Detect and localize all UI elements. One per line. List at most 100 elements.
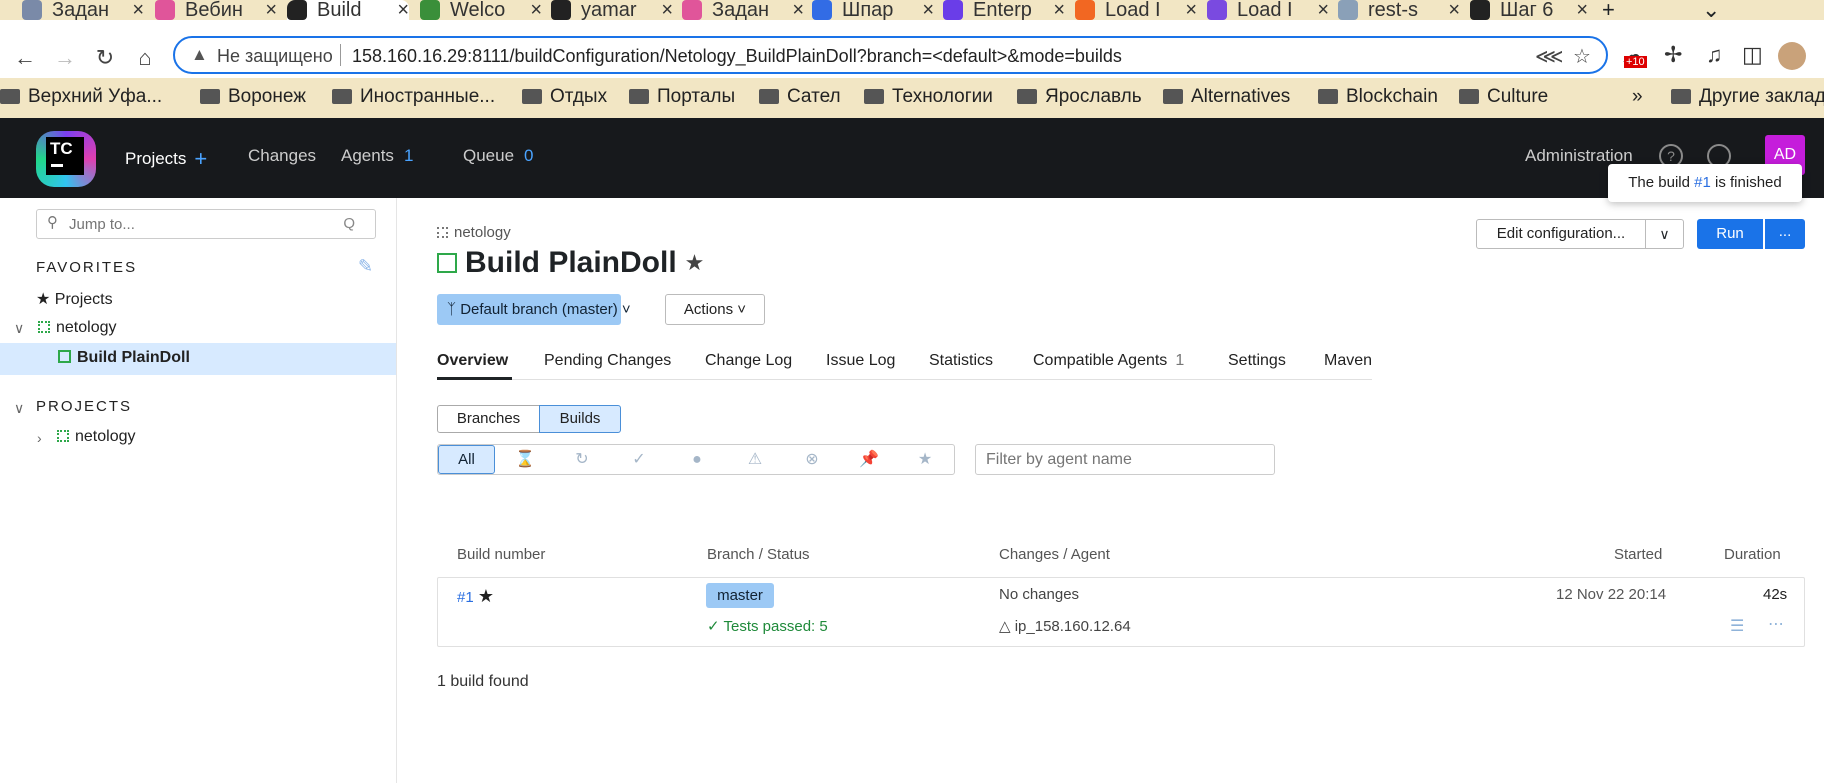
close-icon[interactable]: × bbox=[530, 0, 542, 20]
bookmark-folder[interactable]: Верхний Уфа... bbox=[0, 86, 162, 108]
error-icon[interactable]: ● bbox=[669, 446, 725, 473]
bookmark-folder[interactable]: Отдых bbox=[522, 86, 607, 108]
projects-netology[interactable]: netology bbox=[57, 428, 136, 446]
close-icon[interactable]: × bbox=[1317, 0, 1329, 20]
tab-statistics[interactable]: Statistics bbox=[929, 352, 993, 370]
edit-dropdown-chevron-icon[interactable]: ∨ bbox=[1645, 219, 1684, 249]
browser-tab[interactable]: Welco × bbox=[420, 0, 542, 20]
browser-tab[interactable]: Load I × bbox=[1075, 0, 1197, 20]
other-bookmarks[interactable]: Другие заклад bbox=[1671, 86, 1824, 108]
edit-configuration-button[interactable]: Edit configuration... bbox=[1476, 219, 1646, 249]
agent-cell[interactable]: △ ip_158.160.12.64 bbox=[999, 617, 1131, 635]
running-icon[interactable]: ↻ bbox=[554, 446, 610, 473]
warning-icon[interactable]: ⚠ bbox=[727, 446, 783, 473]
jump-to-input[interactable] bbox=[69, 213, 339, 235]
close-icon[interactable]: × bbox=[922, 0, 934, 20]
nav-queue[interactable]: Queue 0 bbox=[463, 146, 534, 166]
browser-tab[interactable]: Вебин × bbox=[155, 0, 277, 20]
favorites-build-plaindoll[interactable]: Build PlainDoll bbox=[58, 349, 190, 367]
filter-all[interactable]: All bbox=[438, 445, 495, 474]
build-number-cell[interactable]: #1 ★ bbox=[457, 586, 494, 607]
media-icon[interactable]: ♫ bbox=[1706, 42, 1723, 68]
bookmark-folder[interactable]: Порталы bbox=[629, 86, 735, 108]
browser-tab[interactable]: Шпар × bbox=[812, 0, 934, 20]
browser-tab[interactable]: Шаг 6 × bbox=[1470, 0, 1588, 20]
close-icon[interactable]: × bbox=[265, 0, 277, 20]
new-tab-icon[interactable]: + bbox=[1602, 0, 1615, 20]
bookmark-folder[interactable]: Технологии bbox=[864, 86, 993, 108]
breadcrumb[interactable]: netology bbox=[437, 224, 511, 241]
tab-overview[interactable]: Overview bbox=[437, 352, 508, 370]
builds-view-button[interactable]: Builds bbox=[539, 405, 621, 433]
edit-favorites-icon[interactable]: ✎ bbox=[358, 256, 373, 277]
favorites-projects[interactable]: ★ Projects bbox=[36, 289, 113, 309]
profile-avatar[interactable] bbox=[1778, 42, 1806, 70]
favorite-star-icon[interactable]: ★ bbox=[685, 250, 705, 275]
teamcity-logo[interactable]: TC bbox=[36, 131, 96, 187]
tab-maven[interactable]: Maven bbox=[1324, 352, 1372, 370]
close-icon[interactable]: × bbox=[397, 0, 409, 20]
bookmark-folder[interactable]: Сател bbox=[759, 86, 841, 108]
browser-tab[interactable]: rest-s × bbox=[1338, 0, 1460, 20]
close-icon[interactable]: × bbox=[792, 0, 804, 20]
close-icon[interactable]: × bbox=[1053, 0, 1065, 20]
build-star-icon[interactable]: ★ bbox=[478, 586, 494, 606]
browser-tab[interactable]: yamar × bbox=[551, 0, 673, 20]
branch-tag[interactable]: master bbox=[706, 583, 774, 608]
nav-projects[interactable]: Projects + bbox=[125, 146, 207, 172]
favorites-netology[interactable]: netology bbox=[38, 319, 117, 337]
plus-icon[interactable]: + bbox=[194, 146, 207, 171]
close-icon[interactable]: × bbox=[1576, 0, 1588, 20]
forward-icon[interactable]: → bbox=[50, 40, 80, 76]
tooltip-build-link[interactable]: #1 bbox=[1694, 174, 1711, 191]
extension-icon[interactable]: ☁ +10 bbox=[1622, 42, 1647, 68]
bookmark-star-icon[interactable]: ☆ bbox=[1573, 44, 1591, 69]
expand-chevron-icon[interactable]: › bbox=[37, 430, 42, 446]
bookmark-folder[interactable]: Воронеж bbox=[200, 86, 306, 108]
sidepanel-icon[interactable]: ◫ bbox=[1742, 42, 1763, 68]
bookmark-folder[interactable]: Alternatives bbox=[1163, 86, 1290, 108]
back-icon[interactable]: ← bbox=[10, 40, 40, 76]
share-icon[interactable]: ⋘ bbox=[1535, 44, 1563, 69]
puzzle-icon[interactable]: ✢ bbox=[1664, 42, 1682, 68]
branch-selector[interactable]: ᛉ Default branch (master) ˅ bbox=[437, 294, 631, 325]
agent-filter-input[interactable] bbox=[975, 444, 1275, 475]
tab-change-log[interactable]: Change Log bbox=[705, 352, 792, 370]
close-icon[interactable]: × bbox=[132, 0, 144, 20]
close-icon[interactable]: × bbox=[1448, 0, 1460, 20]
collapse-chevron-icon[interactable]: ∨ bbox=[14, 320, 24, 337]
browser-tab[interactable]: Задан × bbox=[682, 0, 804, 20]
browser-tab[interactable]: Задан × bbox=[22, 0, 144, 20]
tab-pending-changes[interactable]: Pending Changes bbox=[544, 352, 671, 370]
home-icon[interactable]: ⌂ bbox=[130, 40, 160, 76]
url-text[interactable]: 158.160.16.29:8111/buildConfiguration/Ne… bbox=[352, 46, 1122, 67]
collapse-chevron-icon[interactable]: ∨ bbox=[14, 400, 24, 417]
nav-administration[interactable]: Administration bbox=[1525, 146, 1633, 166]
star-icon[interactable]: ★ bbox=[897, 446, 953, 473]
build-status[interactable]: ✓ Tests passed: 5 bbox=[707, 617, 828, 635]
build-number-link[interactable]: #1 bbox=[457, 589, 474, 606]
address-bar[interactable]: ▲ Не защищено 158.160.16.29:8111/buildCo… bbox=[173, 36, 1608, 74]
tab-compatible-agents[interactable]: Compatible Agents 1 bbox=[1033, 352, 1184, 370]
hourglass-icon[interactable]: ⌛ bbox=[497, 446, 553, 473]
close-icon[interactable]: × bbox=[1185, 0, 1197, 20]
browser-tab[interactable]: Build × bbox=[287, 0, 409, 20]
tab-search-chevron-icon[interactable]: ⌄ bbox=[1702, 0, 1720, 20]
bookmarks-overflow[interactable]: » bbox=[1632, 86, 1643, 108]
reload-icon[interactable]: ↻ bbox=[90, 40, 120, 76]
jump-to-box[interactable]: ⚲ Q bbox=[36, 209, 376, 239]
tab-settings[interactable]: Settings bbox=[1228, 352, 1286, 370]
close-icon[interactable]: × bbox=[661, 0, 673, 20]
nav-changes[interactable]: Changes bbox=[248, 146, 316, 166]
bookmark-folder[interactable]: Culture bbox=[1459, 86, 1548, 108]
success-icon[interactable]: ✓ bbox=[611, 446, 667, 473]
bookmark-folder[interactable]: Ярославль bbox=[1017, 86, 1142, 108]
more-icon[interactable]: ⋯ bbox=[1768, 614, 1784, 634]
branches-view-button[interactable]: Branches bbox=[437, 405, 540, 433]
artifacts-icon[interactable]: ☰ bbox=[1730, 616, 1744, 636]
pin-icon[interactable]: 📌 bbox=[841, 446, 897, 473]
bookmark-folder[interactable]: Blockchain bbox=[1318, 86, 1438, 108]
run-button[interactable]: Run bbox=[1697, 219, 1763, 249]
browser-tab[interactable]: Load I × bbox=[1207, 0, 1329, 20]
actions-button[interactable]: Actions ˅ bbox=[665, 294, 765, 325]
